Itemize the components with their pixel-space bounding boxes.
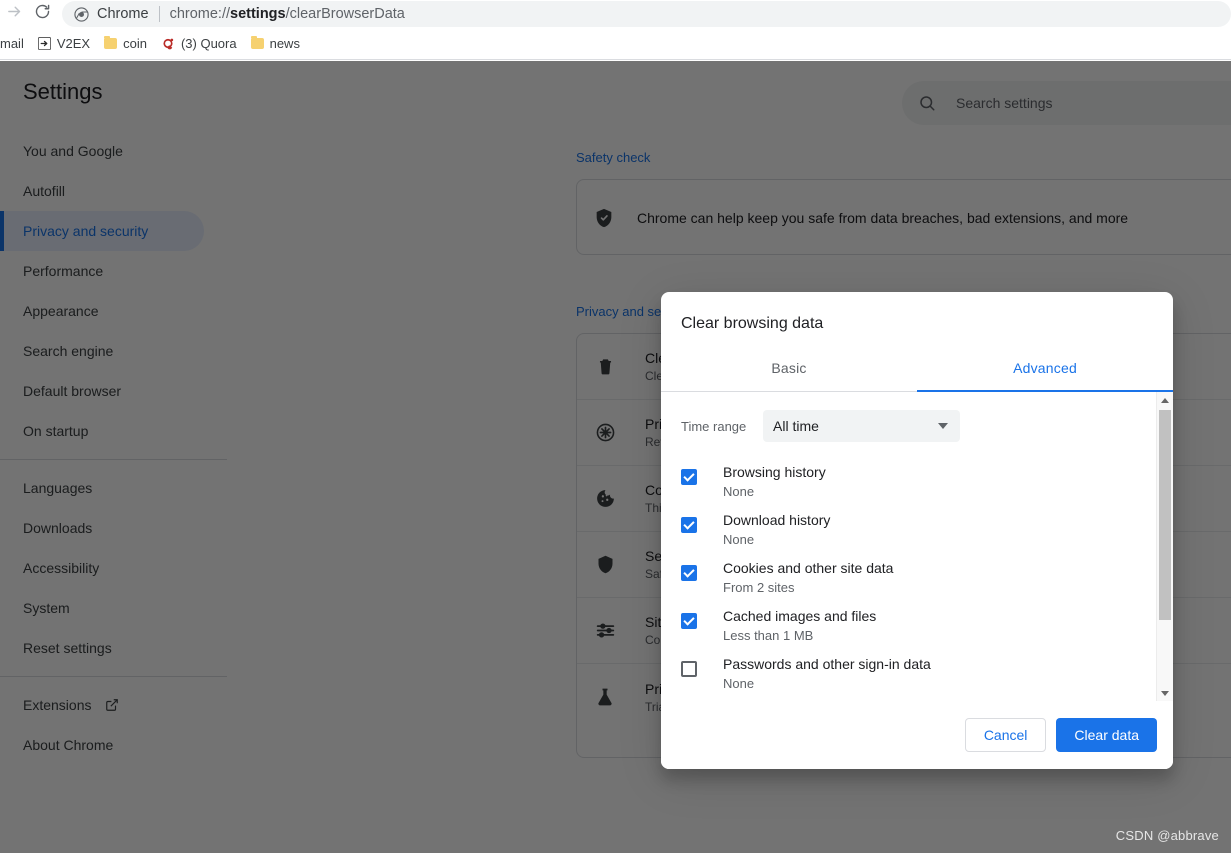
list-item-sub: Less than 1 MB [723, 627, 876, 645]
time-range-select[interactable]: All time [763, 410, 960, 442]
tab-advanced[interactable]: Advanced [917, 344, 1173, 391]
time-range-value: All time [773, 418, 819, 434]
list-item-cached-images[interactable]: Cached images and files Less than 1 MB [661, 603, 1148, 651]
folder-icon [251, 38, 264, 49]
list-item-title: Cached images and files [723, 606, 876, 626]
omnibox-url: chrome://settings/clearBrowserData [170, 6, 405, 22]
bookmark-v2ex[interactable]: V2EX [31, 32, 97, 56]
list-item-texts: Browsing history None [723, 459, 826, 501]
dialog-scroll-area: Time range All time Browsing history Non… [661, 392, 1148, 701]
list-item-texts: Passwords and other sign-in data None [723, 651, 931, 693]
scrollbar-thumb[interactable] [1159, 410, 1171, 620]
forward-arrow-icon [6, 3, 23, 25]
checkbox-passwords[interactable] [681, 661, 697, 677]
checkbox-browsing-history[interactable] [681, 469, 697, 485]
time-range-label: Time range [681, 419, 751, 434]
list-item-title: Browsing history [723, 462, 826, 482]
browser-toolbar: Chrome chrome://settings/clearBrowserDat… [0, 0, 1231, 28]
list-item-texts: Download history None [723, 507, 830, 549]
omnibox-divider [159, 6, 160, 22]
list-item-sub: None [723, 483, 826, 501]
list-item-sub: From 2 sites [723, 579, 893, 597]
list-item-title: Cookies and other site data [723, 558, 893, 578]
omnibox-chip-label: Chrome [97, 6, 149, 22]
url-suffix: /clearBrowserData [286, 6, 405, 22]
bookmark-label: coin [123, 36, 147, 51]
clear-browsing-data-dialog: Clear browsing data Basic Advanced Time … [661, 292, 1173, 769]
url-highlight: settings [230, 6, 286, 22]
list-item-browsing-history[interactable]: Browsing history None [661, 459, 1148, 507]
bookmarks-bar: mail V2EX coin (3) Quora news [0, 28, 1231, 60]
url-prefix: chrome:// [170, 6, 230, 22]
tab-basic[interactable]: Basic [661, 344, 917, 391]
forward-button[interactable] [0, 0, 28, 28]
dialog-scrollbar[interactable] [1156, 392, 1173, 701]
checkbox-cookies[interactable] [681, 565, 697, 581]
folder-icon [104, 38, 117, 49]
time-range-row: Time range All time [661, 406, 1148, 446]
list-item-texts: Autofill form data [723, 699, 828, 701]
list-item-texts: Cookies and other site data From 2 sites [723, 555, 893, 597]
scroll-up-arrow-icon[interactable] [1157, 392, 1173, 408]
v2ex-icon [38, 37, 51, 50]
bookmark-coin[interactable]: coin [97, 32, 154, 56]
list-item-title: Passwords and other sign-in data [723, 654, 931, 674]
quora-icon [161, 37, 175, 51]
dialog-footer: Cancel Clear data [661, 701, 1173, 769]
bookmark-label: news [270, 36, 300, 51]
list-item-texts: Cached images and files Less than 1 MB [723, 603, 876, 645]
scroll-down-arrow-icon[interactable] [1157, 685, 1173, 701]
bookmark-news[interactable]: news [244, 32, 307, 56]
clear-data-button[interactable]: Clear data [1056, 718, 1157, 752]
checkbox-download-history[interactable] [681, 517, 697, 533]
bookmark-label: mail [0, 36, 24, 51]
list-item-cookies[interactable]: Cookies and other site data From 2 sites [661, 555, 1148, 603]
list-item-download-history[interactable]: Download history None [661, 507, 1148, 555]
bookmark-quora[interactable]: (3) Quora [154, 32, 244, 56]
chrome-logo-icon [74, 7, 89, 22]
chevron-down-icon [938, 423, 948, 429]
data-type-list: Browsing history None Download history N… [661, 459, 1148, 701]
dialog-body: Time range All time Browsing history Non… [661, 392, 1173, 701]
dialog-tabs: Basic Advanced [661, 344, 1173, 392]
list-item-passwords[interactable]: Passwords and other sign-in data None [661, 651, 1148, 699]
reload-icon [34, 3, 51, 25]
checkbox-cached-images[interactable] [681, 613, 697, 629]
watermark: CSDN @abbrave [1116, 828, 1219, 843]
reload-button[interactable] [28, 0, 56, 28]
list-item-sub: None [723, 531, 830, 549]
bookmark-label: V2EX [57, 36, 90, 51]
list-item-sub: None [723, 675, 931, 693]
dialog-title: Clear browsing data [661, 292, 1173, 336]
bookmark-mail[interactable]: mail [0, 32, 31, 56]
list-item-title: Download history [723, 510, 830, 530]
list-item-autofill-form-data[interactable]: Autofill form data [661, 699, 1148, 701]
cancel-button[interactable]: Cancel [965, 718, 1047, 752]
address-bar[interactable]: Chrome chrome://settings/clearBrowserDat… [62, 1, 1231, 27]
bookmark-label: (3) Quora [181, 36, 237, 51]
